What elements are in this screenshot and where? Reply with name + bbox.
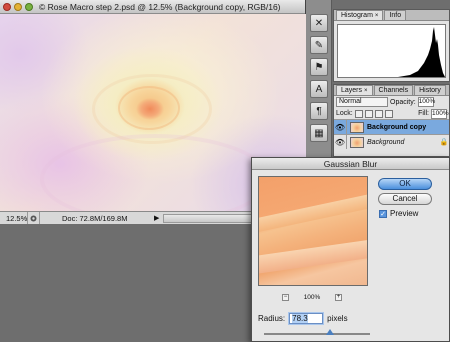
layer-row-background[interactable]: 👁 Background 🔒 — [334, 134, 449, 149]
close-tab-icon[interactable]: × — [364, 88, 368, 94]
navigator-icon[interactable]: ✕ — [310, 14, 328, 32]
preview-label: Preview — [390, 209, 419, 218]
fill-field[interactable]: 100% — [431, 108, 449, 119]
close-window-button[interactable] — [3, 2, 11, 11]
tab-layers[interactable]: Layers × — [336, 85, 373, 95]
tab-histogram-label: Histogram — [341, 12, 373, 19]
tab-layers-label: Layers — [341, 87, 363, 94]
tab-histogram[interactable]: Histogram × — [336, 10, 384, 20]
document-title: © Rose Macro step 2.psd @ 12.5% (Backgro… — [39, 1, 281, 12]
tab-info-label: Info — [389, 12, 402, 19]
close-tab-icon[interactable]: × — [375, 13, 379, 19]
zoom-in-icon[interactable]: + — [335, 294, 342, 301]
radius-row: Radius: 78.3 pixels — [258, 313, 348, 324]
layer-thumbnail — [350, 121, 364, 133]
radius-value: 78.3 — [292, 314, 308, 323]
lock-pixels-icon[interactable] — [364, 109, 373, 118]
paragraph-icon[interactable]: ¶ — [310, 102, 328, 120]
zoom-out-icon[interactable]: − — [282, 294, 289, 301]
status-menu-icon[interactable] — [28, 212, 40, 224]
rose-outer-petal-shape — [40, 134, 270, 211]
layer-thumbnail — [350, 136, 364, 148]
preview-checkbox[interactable]: ✓ — [379, 209, 387, 218]
document-size-status: Doc: 72.8M/169.8M — [62, 213, 128, 223]
preview-band — [259, 190, 367, 234]
lock-icon: 🔒 — [439, 139, 449, 146]
tab-history-label: History — [419, 87, 441, 94]
layers-panel: Layers × Channels History Normal Opacity:… — [333, 84, 450, 157]
tab-history[interactable]: History — [414, 85, 446, 95]
eye-icon[interactable]: 👁 — [334, 135, 347, 149]
brush-icon[interactable]: ✎ — [310, 36, 328, 54]
lock-all-icon[interactable] — [384, 109, 393, 118]
tab-info[interactable]: Info — [384, 10, 407, 20]
blur-preview[interactable] — [258, 176, 368, 286]
tab-channels-label: Channels — [378, 87, 409, 94]
opacity-label: Opacity: — [390, 98, 416, 106]
eye-icon[interactable]: 👁 — [334, 120, 347, 134]
history-brush-icon[interactable]: ⚑ — [310, 58, 328, 76]
lock-position-icon[interactable] — [374, 109, 383, 118]
lock-label: Lock: — [336, 110, 353, 117]
zoom-window-button[interactable] — [25, 2, 33, 11]
zoom-level-field[interactable]: 12.5% — [0, 212, 28, 224]
radius-unit: pixels — [327, 314, 348, 323]
opacity-field[interactable]: 100% — [417, 97, 435, 107]
gaussian-blur-dialog: Gaussian Blur − 100% + OK Cancel ✓ Previ… — [251, 157, 450, 342]
layer-name: Background copy — [367, 123, 427, 131]
layer-name: Background — [367, 138, 405, 146]
preview-checkbox-row[interactable]: ✓ Preview — [379, 209, 418, 218]
character-icon[interactable]: A — [310, 80, 328, 98]
radius-slider[interactable] — [264, 329, 370, 335]
histogram-panel-tabs: Histogram × Info — [334, 10, 449, 21]
tab-channels[interactable]: Channels — [373, 85, 414, 95]
preview-zoom-row: − 100% + — [282, 294, 342, 301]
histogram-graph — [337, 24, 446, 78]
blend-opacity-row: Normal Opacity: 100% — [334, 96, 449, 108]
window-controls — [3, 2, 33, 11]
minimize-window-button[interactable] — [14, 2, 22, 11]
fill-label: Fill: — [418, 110, 429, 117]
histogram-panel: Histogram × Info — [333, 9, 450, 82]
ok-button[interactable]: OK — [378, 178, 432, 190]
preview-band — [259, 237, 367, 275]
layers-panel-tabs: Layers × Channels History — [334, 85, 449, 96]
lock-transparency-icon[interactable] — [354, 109, 363, 118]
radius-slider-thumb[interactable] — [325, 329, 334, 335]
status-arrow-icon[interactable]: ▶ — [152, 214, 161, 222]
preview-zoom-value: 100% — [303, 294, 321, 301]
layer-row-background-copy[interactable]: 👁 Background copy — [334, 119, 449, 134]
rose-center-shape — [118, 86, 180, 130]
blend-mode-select[interactable]: Normal — [336, 97, 388, 107]
dialog-title: Gaussian Blur — [252, 158, 449, 170]
histogram-curve — [338, 27, 445, 77]
radius-input[interactable]: 78.3 — [289, 313, 324, 324]
tool-presets-icon[interactable]: ▦ — [310, 124, 328, 142]
document-title-bar[interactable]: © Rose Macro step 2.psd @ 12.5% (Backgro… — [0, 0, 305, 14]
cancel-button[interactable]: Cancel — [378, 193, 432, 205]
radius-label: Radius: — [258, 314, 286, 323]
lock-fill-row: Lock: Fill: 100% — [334, 108, 449, 119]
